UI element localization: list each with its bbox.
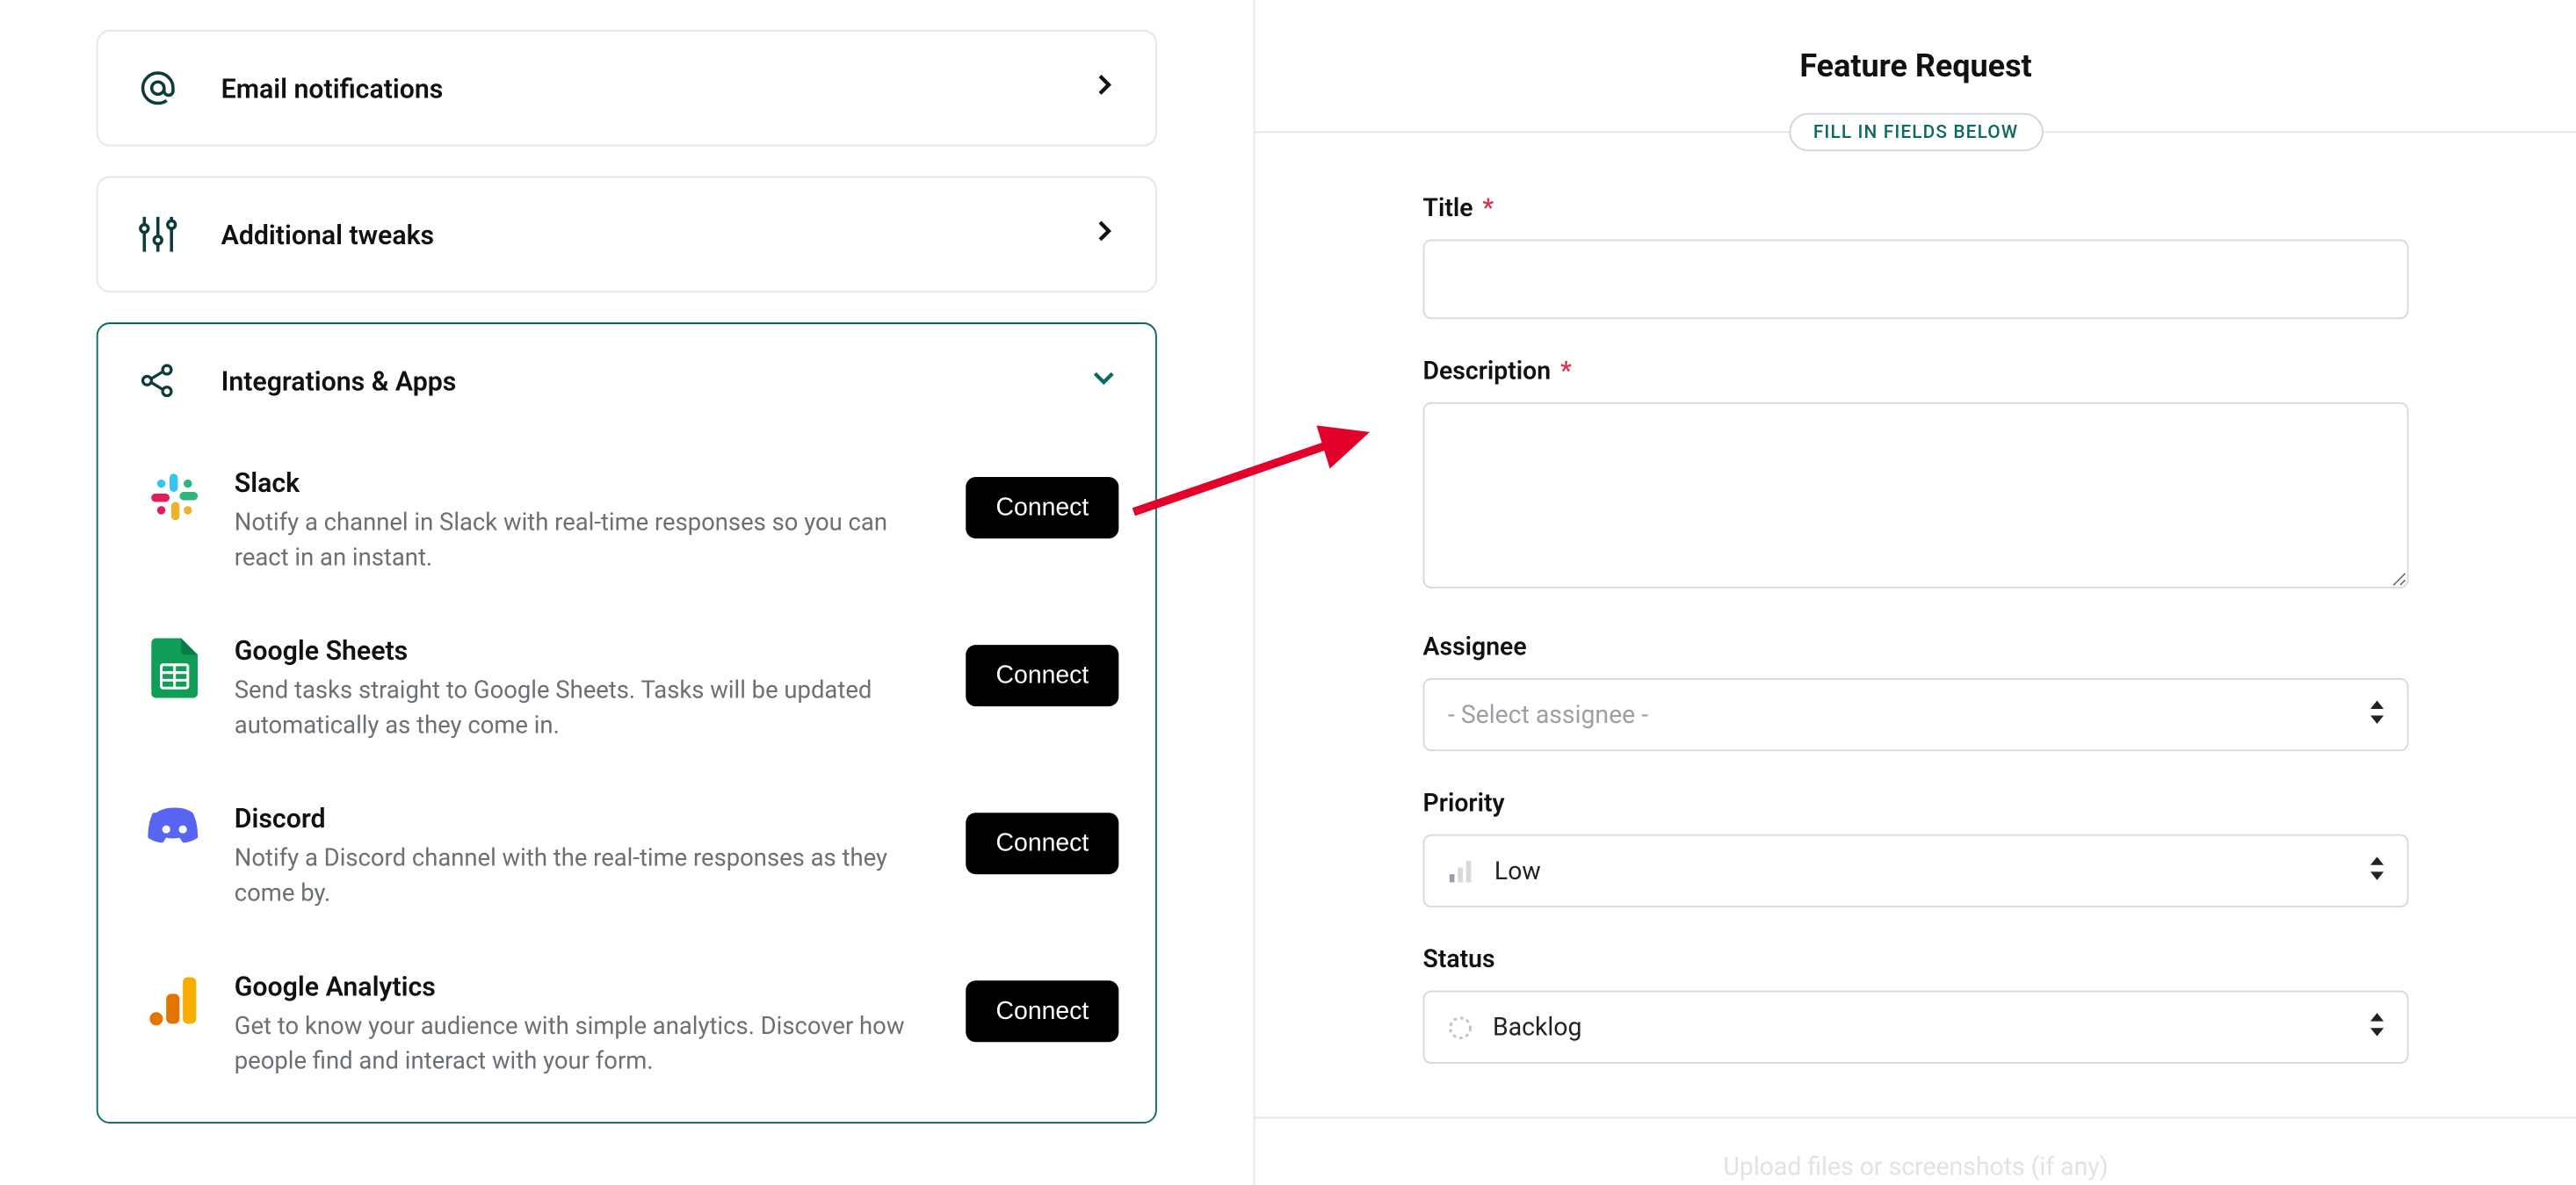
card-label: Additional tweaks: [221, 219, 1089, 250]
slack-icon: [134, 467, 214, 524]
google-sheets-icon: [134, 635, 214, 698]
field-description: Description *: [1423, 356, 2409, 595]
integration-name: Discord: [235, 803, 946, 835]
card-email-notifications[interactable]: Email notifications: [97, 30, 1157, 146]
field-status: Status Backlog: [1423, 944, 2409, 1064]
integration-slack: Slack Notify a channel in Slack with rea…: [134, 437, 1118, 605]
chevron-right-icon: [1089, 69, 1118, 106]
select-caret-icon: [2369, 1011, 2385, 1043]
field-label: Description *: [1423, 356, 2409, 386]
connect-button[interactable]: Connect: [966, 980, 1118, 1042]
fill-fields-badge: FILL IN FIELDS BELOW: [1788, 113, 2043, 152]
form-header: Feature Request FILL IN FIELDS BELOW: [1255, 0, 2576, 133]
at-sign-icon: [134, 65, 181, 112]
integration-name: Google Analytics: [235, 971, 946, 1002]
integration-google-sheets: Google Sheets Send tasks straight to Goo…: [134, 605, 1118, 773]
required-mark: *: [1560, 356, 1572, 386]
card-additional-tweaks[interactable]: Additional tweaks: [97, 177, 1157, 293]
field-label: Assignee: [1423, 632, 2409, 661]
integration-name: Slack: [235, 467, 946, 499]
share-icon: [134, 358, 181, 404]
sliders-icon: [134, 211, 181, 257]
integration-discord: Discord Notify a Discord channel with th…: [134, 773, 1118, 941]
priority-select[interactable]: Low: [1423, 835, 2409, 907]
status-backlog-icon: [1448, 1015, 1473, 1039]
field-title: Title *: [1423, 192, 2409, 319]
connect-button[interactable]: Connect: [966, 645, 1118, 706]
integration-name: Google Sheets: [235, 635, 946, 667]
form-title: Feature Request: [1255, 47, 2576, 85]
select-value: Low: [1494, 856, 1541, 885]
status-select[interactable]: Backlog: [1423, 991, 2409, 1064]
google-analytics-icon: [134, 971, 214, 1027]
form-footer-hint: Upload files or screenshots (if any): [1255, 1116, 2576, 1181]
integration-desc: Send tasks straight to Google Sheets. Ta…: [235, 673, 946, 743]
field-label: Status: [1423, 944, 2409, 974]
card-label: Email notifications: [221, 72, 1089, 104]
priority-low-icon: [1448, 859, 1474, 882]
description-input[interactable]: [1423, 402, 2409, 589]
select-caret-icon: [2369, 699, 2385, 731]
required-mark: *: [1482, 192, 1494, 222]
select-value: Backlog: [1493, 1012, 1581, 1042]
chevron-down-icon: [1089, 362, 1118, 399]
integration-google-analytics: Google Analytics Get to know your audien…: [134, 941, 1118, 1109]
card-integrations: Integrations & Apps: [97, 322, 1157, 1124]
field-label: Title *: [1423, 192, 2409, 222]
field-label: Priority: [1423, 788, 2409, 818]
card-label: Integrations & Apps: [221, 365, 1089, 396]
integration-desc: Get to know your audience with simple an…: [235, 1009, 946, 1080]
title-input[interactable]: [1423, 239, 2409, 319]
assignee-select[interactable]: - Select assignee -: [1423, 678, 2409, 751]
integration-desc: Notify a Discord channel with the real-t…: [235, 841, 946, 911]
card-integrations-header[interactable]: Integrations & Apps: [98, 324, 1155, 437]
discord-icon: [134, 803, 214, 849]
select-caret-icon: [2369, 855, 2385, 886]
chevron-right-icon: [1089, 216, 1118, 253]
connect-button[interactable]: Connect: [966, 813, 1118, 874]
field-assignee: Assignee - Select assignee -: [1423, 632, 2409, 751]
field-priority: Priority Low: [1423, 788, 2409, 907]
integration-desc: Notify a channel in Slack with real-time…: [235, 505, 946, 575]
select-placeholder: - Select assignee -: [1448, 700, 1648, 730]
connect-button[interactable]: Connect: [966, 477, 1118, 538]
